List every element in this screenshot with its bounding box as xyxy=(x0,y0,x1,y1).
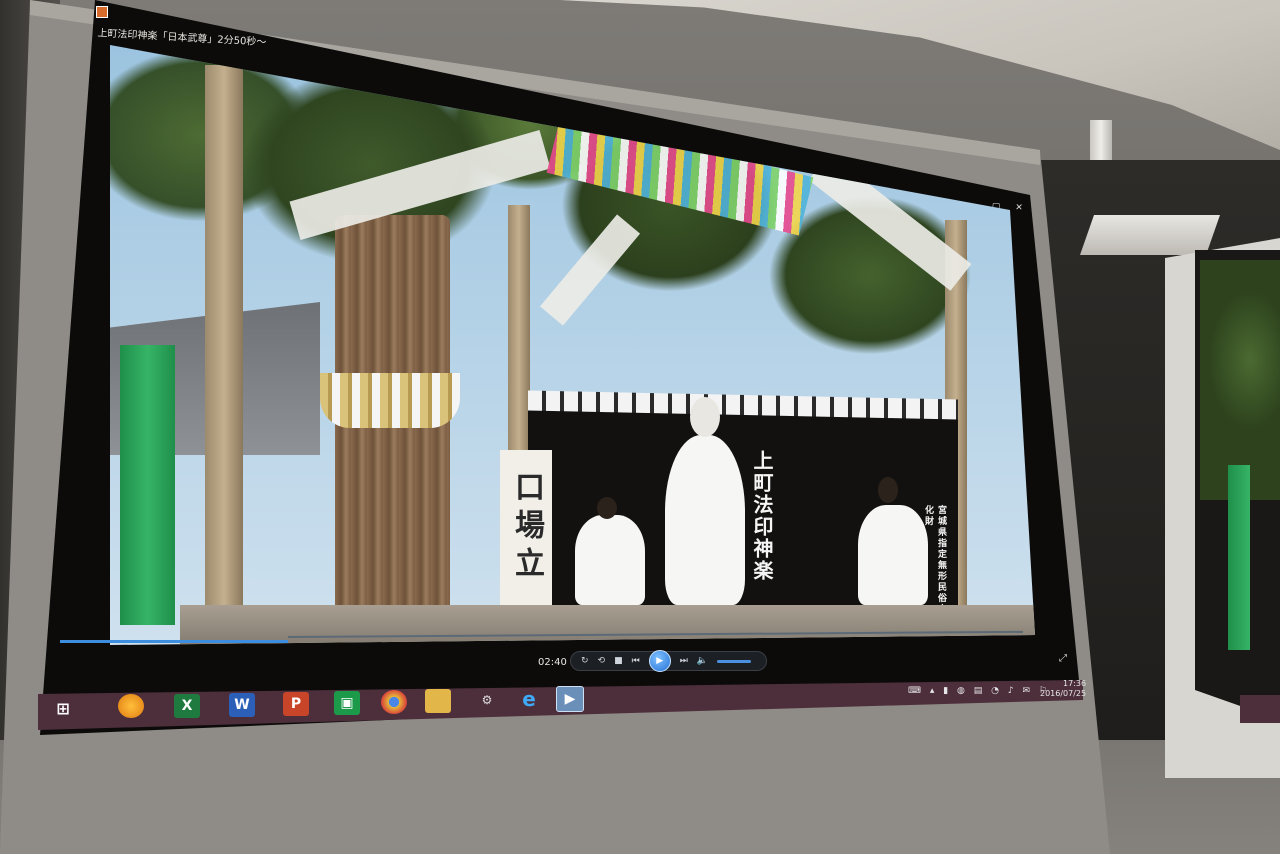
next-icon[interactable]: ⏭ xyxy=(680,656,688,666)
repeat-icon[interactable]: ↻ xyxy=(581,656,589,666)
standing-sign: 口場立 xyxy=(500,450,552,605)
drummer-head xyxy=(878,477,898,503)
app-icon-orange[interactable] xyxy=(118,694,144,718)
clock-date: 2016/07/25 xyxy=(1040,689,1087,698)
chrome-icon[interactable] xyxy=(381,690,407,714)
media-icon[interactable]: ⚙ xyxy=(474,688,500,712)
playback-controls: ↻ ⟲ ■ ⏮ ▶ ⏭ 🔈 xyxy=(570,650,767,672)
stop-icon[interactable]: ■ xyxy=(614,656,623,666)
word-icon[interactable]: W xyxy=(229,693,255,717)
publisher-icon[interactable]: ▣ xyxy=(334,691,360,715)
green-curtain xyxy=(120,345,175,625)
shimenawa-rope xyxy=(320,373,460,428)
clock-time: 17:36 xyxy=(1063,679,1087,688)
file-explorer-icon[interactable] xyxy=(425,689,451,713)
stage-post-left xyxy=(205,65,243,625)
flute-player xyxy=(575,515,645,605)
start-icon[interactable]: ⊞ xyxy=(50,696,76,720)
backdrop-title: 上町法印神楽 xyxy=(750,450,774,582)
time-elapsed: 02:40 xyxy=(538,657,567,668)
excel-icon[interactable]: X xyxy=(174,694,200,718)
dancer xyxy=(665,435,745,605)
projector xyxy=(1080,215,1220,255)
drummer xyxy=(858,505,928,605)
second-screen-taskbar xyxy=(1240,695,1280,723)
second-screen-curtain xyxy=(1228,465,1250,650)
taskbar-clock[interactable]: 17:36 2016/07/25 xyxy=(1040,679,1086,699)
seekbar-progress[interactable] xyxy=(60,640,288,643)
play-icon[interactable]: ▶ xyxy=(648,650,671,672)
previous-icon[interactable]: ⏮ xyxy=(632,656,640,666)
internet-explorer-icon[interactable]: e xyxy=(516,687,542,711)
volume-icon[interactable]: 🔈 xyxy=(697,656,708,666)
window-app-icon xyxy=(96,6,108,18)
fullscreen-icon[interactable]: ⤢ xyxy=(1059,653,1067,664)
dancer-mask xyxy=(690,397,720,437)
flute-player-head xyxy=(597,497,617,519)
system-tray[interactable]: ⌨ ▴ ▮ ◍ ▤ ◔ ♪ ✉ ⚐ xyxy=(908,686,1050,696)
media-player-icon[interactable]: ▶ xyxy=(556,686,584,712)
volume-slider[interactable] xyxy=(717,659,752,663)
second-screen-foliage xyxy=(1200,260,1280,500)
shuffle-icon[interactable]: ⟲ xyxy=(598,656,606,666)
powerpoint-icon[interactable]: P xyxy=(283,692,309,716)
